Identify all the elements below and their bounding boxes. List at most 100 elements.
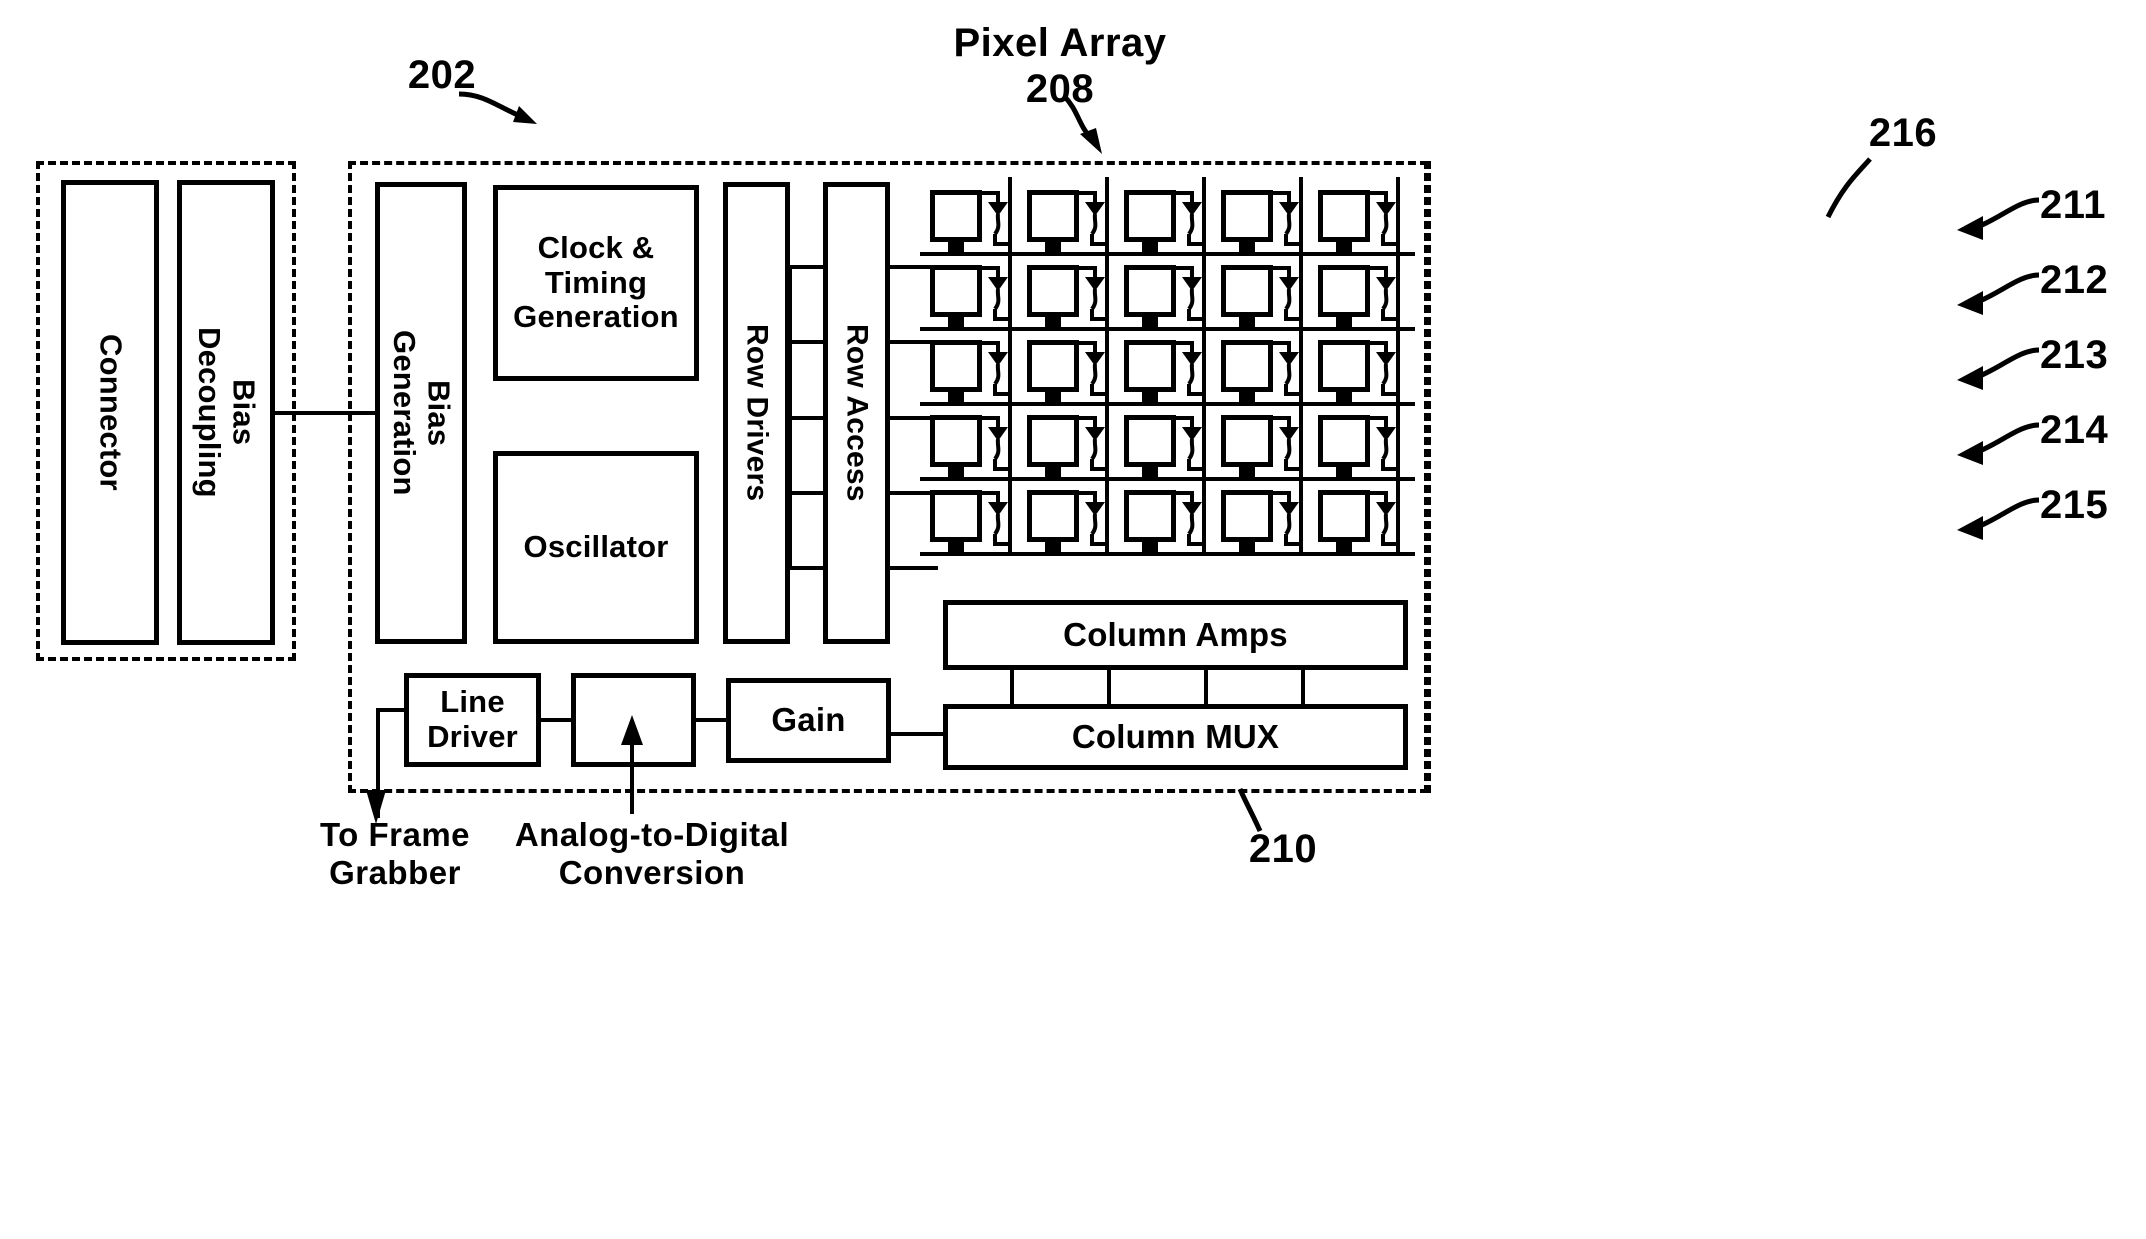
pixel-source-stub xyxy=(1336,317,1352,327)
pixel-source-stub xyxy=(1142,467,1158,477)
ref-number-213: 213 xyxy=(2040,333,2109,377)
pixel-transistor-icon xyxy=(1172,490,1208,548)
ref-number-215: 215 xyxy=(2040,483,2109,527)
pixel-source-stub xyxy=(948,242,964,252)
block-column-mux[interactable]: Column MUX xyxy=(943,704,1408,770)
pixel-transistor-icon xyxy=(1172,340,1208,398)
pixel-source-stub xyxy=(1045,542,1061,552)
photodiode-icon xyxy=(930,415,982,467)
leader-208 xyxy=(1060,92,1140,162)
block-gain-label: Gain xyxy=(771,701,846,739)
pixel-transistor-icon xyxy=(1269,340,1305,398)
pixel-transistor-icon xyxy=(1366,190,1402,248)
pixel-source-stub xyxy=(1045,242,1061,252)
pixel-transistor-icon xyxy=(1366,265,1402,323)
pixel-transistor-icon xyxy=(1172,415,1208,473)
pixel-transistor-icon xyxy=(1366,490,1402,548)
block-row-access[interactable]: Row Access xyxy=(823,182,890,644)
leader-215 xyxy=(1935,494,2045,546)
ref-number-212: 212 xyxy=(2040,258,2109,302)
photodiode-icon xyxy=(1027,265,1079,317)
photodiode-icon xyxy=(1221,265,1273,317)
wire-amps-mux-3 xyxy=(1204,668,1208,706)
wire-rowdrv-rowacc-1 xyxy=(788,265,825,269)
ref-number-216: 216 xyxy=(1868,111,1938,155)
pixel-transistor-icon xyxy=(1269,190,1305,248)
wire-linedriver-out-h xyxy=(376,708,406,712)
pixel-cell[interactable] xyxy=(1308,477,1474,608)
leader-210 xyxy=(1230,785,1300,840)
pixel-source-stub xyxy=(1142,317,1158,327)
pixel-transistor-icon xyxy=(1172,190,1208,248)
ref-number-211: 211 xyxy=(2040,183,2107,227)
block-gain[interactable]: Gain xyxy=(726,678,891,763)
block-row-drivers[interactable]: Row Drivers xyxy=(723,182,790,644)
photodiode-icon xyxy=(1221,490,1273,542)
annotation-adc: Analog-to-Digital Conversion xyxy=(514,816,790,891)
pixel-source-stub xyxy=(1045,467,1061,477)
block-bias-decoupling[interactable]: Bias Decoupling xyxy=(177,180,275,645)
block-oscillator[interactable]: Oscillator xyxy=(493,451,699,644)
pixel-source-stub xyxy=(1239,317,1255,327)
photodiode-icon xyxy=(1027,415,1079,467)
block-bias-decoupling-label: Bias Decoupling xyxy=(192,327,262,498)
photodiode-icon xyxy=(1124,490,1176,542)
pixel-source-stub xyxy=(1142,242,1158,252)
photodiode-icon xyxy=(1124,340,1176,392)
annotation-frame-grabber: To Frame Grabber xyxy=(319,816,471,891)
block-column-amps[interactable]: Column Amps xyxy=(943,600,1408,670)
photodiode-icon xyxy=(930,265,982,317)
pixel-source-stub xyxy=(948,317,964,327)
pixel-transistor-icon xyxy=(978,265,1014,323)
leader-211 xyxy=(1935,194,2045,246)
pixel-transistor-icon xyxy=(1269,490,1305,548)
photodiode-icon xyxy=(1027,490,1079,542)
pixel-transistor-icon xyxy=(978,490,1014,548)
block-clock-timing-generation[interactable]: Clock & Timing Generation xyxy=(493,185,699,381)
pixel-source-stub xyxy=(948,542,964,552)
pixel-source-stub xyxy=(1239,392,1255,402)
photodiode-icon xyxy=(1221,415,1273,467)
pixel-transistor-icon xyxy=(1075,340,1111,398)
wire-rowdrv-rowacc-5 xyxy=(788,566,825,570)
block-line-driver[interactable]: Line Driver xyxy=(404,673,541,767)
pixel-source-stub xyxy=(948,392,964,402)
pixel-transistor-icon xyxy=(978,190,1014,248)
photodiode-icon xyxy=(1124,190,1176,242)
block-column-mux-label: Column MUX xyxy=(1071,717,1280,755)
pixel-source-stub xyxy=(1142,542,1158,552)
block-column-amps-label: Column Amps xyxy=(1063,615,1288,653)
pixel-transistor-icon xyxy=(978,415,1014,473)
block-line-driver-label: Line Driver xyxy=(427,684,518,754)
pixel-transistor-icon xyxy=(1172,265,1208,323)
wire-rowdrv-rowacc-3 xyxy=(788,416,825,420)
wire-rowdrv-rowacc-4 xyxy=(788,491,825,495)
pixel-source-stub xyxy=(1336,392,1352,402)
pixel-transistor-icon xyxy=(1075,415,1111,473)
pixel-source-stub xyxy=(1045,317,1061,327)
leader-213 xyxy=(1935,344,2045,396)
wire-amps-mux-2 xyxy=(1107,668,1111,706)
photodiode-icon xyxy=(1027,340,1079,392)
pixel-source-stub xyxy=(948,467,964,477)
pixel-source-stub xyxy=(1239,242,1255,252)
wire-rowdrv-bus xyxy=(788,265,792,570)
pixel-source-stub xyxy=(1239,467,1255,477)
ref-number-214: 214 xyxy=(2040,408,2109,452)
wire-amps-mux-4 xyxy=(1301,668,1305,706)
block-connector-label: Connector xyxy=(93,334,129,491)
wire-gain-colmux xyxy=(889,732,945,736)
leader-216 xyxy=(1800,155,1880,225)
pixel-transistor-icon xyxy=(1269,415,1305,473)
wire-amps-mux-1 xyxy=(1010,668,1014,706)
block-bias-generation[interactable]: Bias Generation xyxy=(375,182,467,644)
photodiode-icon xyxy=(930,490,982,542)
pixel-transistor-icon xyxy=(1075,190,1111,248)
pixel-transistor-icon xyxy=(1269,265,1305,323)
photodiode-icon xyxy=(1027,190,1079,242)
pixel-transistor-icon xyxy=(1366,415,1402,473)
photodiode-icon xyxy=(930,190,982,242)
photodiode-icon xyxy=(930,340,982,392)
block-connector[interactable]: Connector xyxy=(61,180,159,645)
photodiode-icon xyxy=(1318,340,1370,392)
